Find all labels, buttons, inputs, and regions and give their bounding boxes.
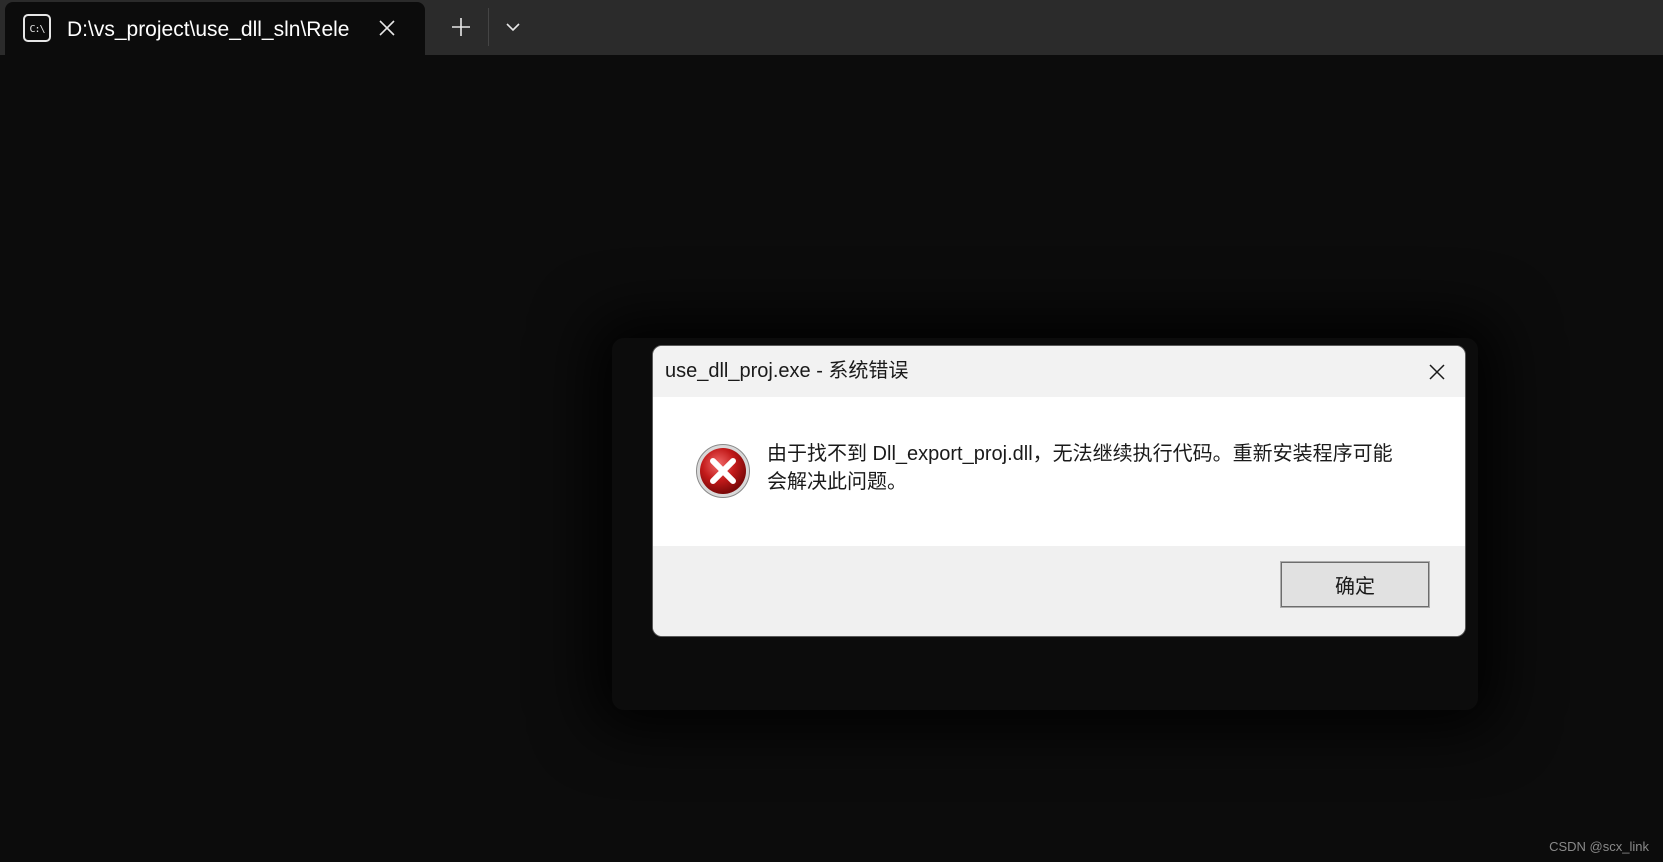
plus-icon (452, 18, 470, 36)
error-message: 由于找不到 Dll_export_proj.dll，无法继续执行代码。重新安装程… (767, 440, 1427, 496)
dialog-title: use_dll_proj.exe - 系统错误 (665, 360, 909, 382)
command-prompt-icon-text: C:\ (29, 24, 45, 35)
close-icon (379, 20, 395, 36)
dialog-body: 由于找不到 Dll_export_proj.dll，无法继续执行代码。重新安装程… (653, 397, 1465, 546)
command-prompt-icon: C:\ (23, 14, 51, 42)
error-message-line-1: 由于找不到 Dll_export_proj.dll，无法继续执行代码。重新安装程… (767, 443, 1393, 465)
profiles-dropdown-button[interactable] (496, 10, 530, 44)
tab-title: D:\vs_project\use_dll_sln\Rele (67, 18, 350, 41)
chevron-down-icon (506, 23, 520, 32)
new-tab-button[interactable] (444, 10, 478, 44)
dialog-close-button[interactable] (1421, 356, 1453, 388)
watermark: CSDN @scx_link (1549, 839, 1649, 854)
tab-bar: C:\ D:\vs_project\use_dll_sln\Rele (0, 0, 1663, 55)
dialog-footer: 确定 (653, 546, 1465, 636)
tab-close-button[interactable] (373, 14, 401, 42)
terminal-tab[interactable]: C:\ D:\vs_project\use_dll_sln\Rele (5, 2, 425, 55)
tab-divider (488, 8, 489, 46)
error-icon (696, 444, 750, 498)
error-message-line-2: 会解决此问题。 (767, 471, 907, 493)
close-icon (1429, 364, 1445, 380)
system-error-dialog: use_dll_proj.exe - 系统错误 由于找不到 Dll_export… (652, 345, 1466, 637)
dialog-titlebar[interactable]: use_dll_proj.exe - 系统错误 (653, 346, 1465, 397)
ok-button[interactable]: 确定 (1280, 561, 1430, 608)
